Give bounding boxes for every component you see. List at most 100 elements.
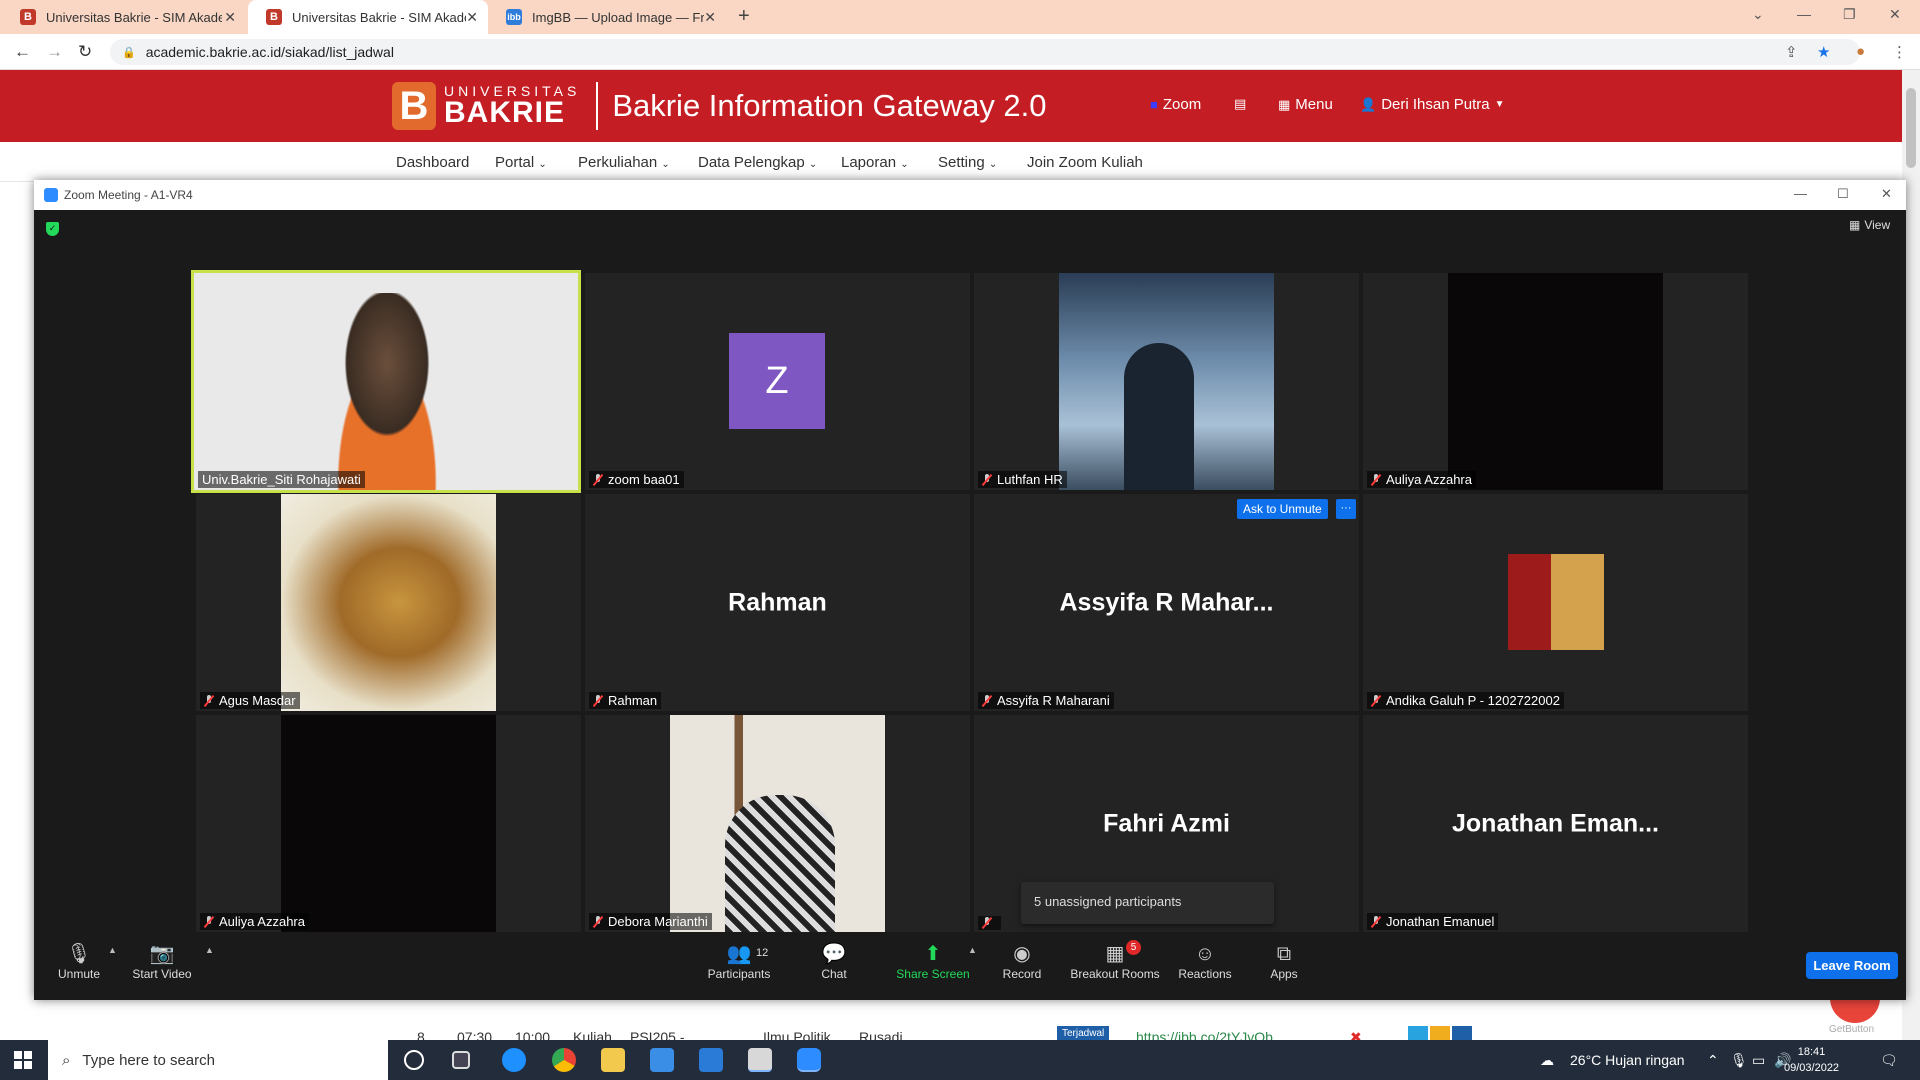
tray-expand-icon[interactable]: ⌃ xyxy=(1707,1052,1719,1069)
participant-name: Rahman xyxy=(608,693,658,708)
video-options-caret-icon[interactable]: ▲ xyxy=(205,945,214,955)
windows-start-icon[interactable] xyxy=(14,1051,32,1069)
apps-button[interactable]: ⧉ Apps xyxy=(1239,941,1329,981)
scrollbar-thumb[interactable] xyxy=(1906,88,1916,168)
header-user-label: Deri Ihsan Putra xyxy=(1381,96,1490,113)
nav-laporan[interactable]: Laporan ⌄ xyxy=(841,154,909,171)
nav-perkuliahan[interactable]: Perkuliahan ⌄ xyxy=(578,154,670,171)
nav-dashboard[interactable]: Dashboard xyxy=(396,154,469,171)
new-tab-icon[interactable]: + xyxy=(738,5,750,28)
participant-tile-jonathan[interactable]: Jonathan Eman... Jonathan Emanuel xyxy=(1363,715,1748,932)
participant-video xyxy=(312,293,462,490)
leave-room-button[interactable]: Leave Room xyxy=(1806,952,1898,979)
share-screen-button[interactable]: ⬆ Share Screen xyxy=(888,941,978,981)
back-icon[interactable]: ← xyxy=(14,42,31,62)
share-options-caret-icon[interactable]: ▲ xyxy=(968,945,977,955)
breakout-rooms-button[interactable]: ▦ Breakout Rooms xyxy=(1070,941,1160,981)
record-button[interactable]: ◉ Record xyxy=(977,941,1067,981)
taskbar-search[interactable]: ⌕ Type here to search xyxy=(48,1040,388,1080)
close-tab-icon[interactable]: ✕ xyxy=(466,9,478,26)
caret-down-icon: ▼ xyxy=(1494,99,1505,110)
weather-icon[interactable]: ☁ xyxy=(1540,1052,1554,1069)
taskbar-clock[interactable]: 18:41 09/03/2022 xyxy=(1784,1044,1839,1076)
reactions-button[interactable]: ☺ Reactions xyxy=(1160,941,1250,981)
forward-icon[interactable]: → xyxy=(46,42,63,62)
participant-tile-rahman[interactable]: Rahman Rahman xyxy=(585,494,970,711)
document-app-icon[interactable] xyxy=(748,1048,772,1072)
participant-tile-assyifa[interactable]: Assyifa R Mahar... Ask to Unmute ··· Ass… xyxy=(974,494,1359,711)
participant-tile-luthfan[interactable]: Luthfan HR xyxy=(974,273,1359,490)
zoom-minimize-icon[interactable]: — xyxy=(1794,186,1807,201)
participant-tile-auliya-1[interactable]: Auliya Azzahra xyxy=(1363,273,1748,490)
task-view-icon[interactable] xyxy=(452,1051,470,1069)
user-action-icon[interactable] xyxy=(1452,1026,1472,1040)
header-document-link[interactable]: ▤ xyxy=(1234,96,1251,112)
minimize-icon[interactable]: — xyxy=(1797,6,1811,22)
close-tab-icon[interactable]: ✕ xyxy=(224,9,236,26)
chrome-icon[interactable] xyxy=(552,1048,576,1072)
browser-tab-1[interactable]: B Universitas Bakrie - SIM Akadem ✕ xyxy=(2,0,246,34)
network-icon[interactable]: ▭ xyxy=(1752,1052,1765,1069)
view-button[interactable]: ▦ View xyxy=(1849,218,1890,232)
zoom-maximize-icon[interactable]: ☐ xyxy=(1837,186,1849,202)
nav-perkuliahan-label: Perkuliahan xyxy=(578,154,658,171)
participant-tile-siti[interactable]: Univ.Bakrie_Siti Rohajawati xyxy=(191,270,581,493)
unassigned-participants-popup[interactable]: 5 unassigned participants xyxy=(1021,882,1274,924)
browser-tab-2[interactable]: B Universitas Bakrie - SIM Akadem ✕ xyxy=(248,0,488,34)
muted-mic-icon xyxy=(204,694,214,707)
participant-tile-debora[interactable]: Debora Marianthi xyxy=(585,715,970,932)
bookmark-star-icon[interactable]: ★ xyxy=(1817,43,1830,61)
nav-data-pelengkap-label: Data Pelengkap xyxy=(698,154,805,171)
zoom-app-icon[interactable] xyxy=(797,1048,821,1072)
muted-mic-icon xyxy=(982,694,992,707)
participant-tile-agus[interactable]: Agus Masdar xyxy=(196,494,581,711)
participant-tile-auliya-2[interactable]: Auliya Azzahra xyxy=(196,715,581,932)
encryption-shield-icon[interactable]: ✓ xyxy=(46,222,59,236)
tab-search-chevron-icon[interactable]: ⌄ xyxy=(1752,6,1764,23)
grid-view-icon: ▦ xyxy=(1849,218,1861,232)
start-video-button[interactable]: 📷 Start Video xyxy=(117,941,207,981)
share-icon[interactable]: ⇪ xyxy=(1785,43,1798,61)
participant-tile-zoom-baa01[interactable]: Z zoom baa01 xyxy=(585,273,970,490)
close-window-icon[interactable]: ✕ xyxy=(1889,6,1901,23)
participant-name-label: Univ.Bakrie_Siti Rohajawati xyxy=(198,471,365,488)
store-icon[interactable] xyxy=(650,1048,674,1072)
mail-icon[interactable] xyxy=(699,1048,723,1072)
participant-tile-andika[interactable]: Andika Galuh P - 1202722002 xyxy=(1363,494,1748,711)
audio-options-caret-icon[interactable]: ▲ xyxy=(108,945,117,955)
view-icon[interactable] xyxy=(1408,1026,1428,1040)
header-zoom-link[interactable]: ■ Zoom xyxy=(1150,96,1201,113)
participant-video xyxy=(1448,273,1663,490)
notification-icon[interactable]: 🗨 xyxy=(1880,1052,1898,1069)
weather-text[interactable]: 26°C Hujan ringan xyxy=(1570,1052,1685,1068)
gateway-title: Bakrie Information Gateway 2.0 xyxy=(612,88,1047,123)
muted-mic-icon xyxy=(1371,694,1381,707)
chat-button[interactable]: 💬 Chat xyxy=(789,941,879,981)
cortana-icon[interactable] xyxy=(404,1050,424,1070)
header-menu-link[interactable]: ▦ Menu xyxy=(1278,96,1333,113)
nav-setting[interactable]: Setting ⌄ xyxy=(938,154,997,171)
muted-mic-icon xyxy=(593,473,603,486)
close-tab-icon[interactable]: ✕ xyxy=(704,9,716,26)
nav-portal-label: Portal xyxy=(495,154,535,171)
header-user-menu[interactable]: 👤 Deri Ihsan Putra ▼ xyxy=(1360,96,1504,113)
url-bar[interactable]: 🔒 academic.bakrie.ac.id/siakad/list_jadw… xyxy=(110,39,1860,65)
reload-icon[interactable]: ↻ xyxy=(78,42,92,62)
participants-button[interactable]: 👥 Participants xyxy=(694,941,784,981)
browser-menu-icon[interactable]: ⋮ xyxy=(1892,43,1907,61)
nav-join-zoom[interactable]: Join Zoom Kuliah xyxy=(1027,154,1143,171)
nav-portal[interactable]: Portal ⌄ xyxy=(495,154,547,171)
university-logo[interactable]: B UNIVERSITAS BAKRIE Bakrie Information … xyxy=(392,82,1047,130)
restore-icon[interactable]: ❐ xyxy=(1843,6,1856,23)
browser-tab-3[interactable]: ibb ImgBB — Upload Image — Free ✕ xyxy=(488,0,726,34)
zoom-close-icon[interactable]: ✕ xyxy=(1881,186,1892,202)
ask-to-unmute-button[interactable]: Ask to Unmute xyxy=(1237,499,1328,519)
nav-data-pelengkap[interactable]: Data Pelengkap ⌄ xyxy=(698,154,817,171)
teamviewer-icon[interactable] xyxy=(502,1048,526,1072)
more-options-button[interactable]: ··· xyxy=(1336,499,1356,519)
file-explorer-icon[interactable] xyxy=(601,1048,625,1072)
edit-icon[interactable] xyxy=(1430,1026,1450,1040)
logo-big-text: BAKRIE xyxy=(444,96,566,129)
microphone-tray-icon[interactable]: 🎙 xyxy=(1730,1052,1748,1069)
profile-avatar-icon[interactable]: ● xyxy=(1856,43,1865,60)
